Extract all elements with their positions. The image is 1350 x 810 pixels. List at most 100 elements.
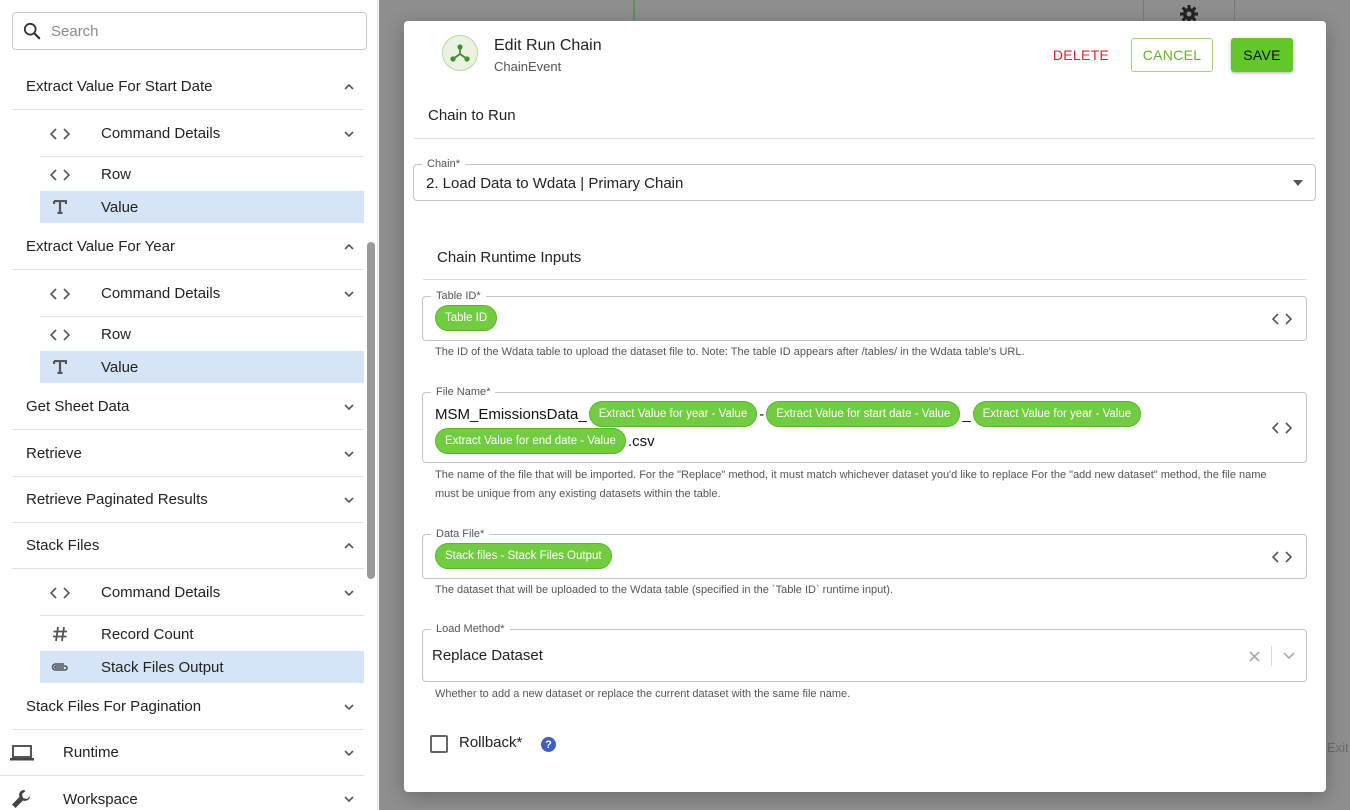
code-icon — [40, 287, 80, 301]
chain-value: 2. Load Data to Wdata | Primary Chain — [426, 175, 684, 192]
sidebar-item-label: Value — [101, 198, 139, 216]
modal-subtitle: ChainEvent — [494, 59, 562, 74]
code-icon[interactable] — [1272, 421, 1292, 435]
sidebar-item-label: Record Count — [101, 625, 194, 643]
section-stack-files-pagination[interactable]: Stack Files For Pagination — [12, 684, 364, 730]
clear-icon[interactable] — [1249, 651, 1260, 662]
file-name-field[interactable]: File Name* MSM_EmissionsData_ Extract Va… — [422, 385, 1307, 463]
panel-workspace[interactable]: Workspace — [0, 776, 364, 810]
code-icon — [40, 168, 80, 182]
chevron-up-icon[interactable] — [342, 80, 356, 94]
sidebar-item-command-details[interactable]: Command Details — [40, 570, 364, 616]
rollback-label: Rollback* — [459, 734, 523, 751]
chevron-down-icon[interactable] — [342, 127, 356, 141]
section-stack-files[interactable]: Stack Files — [12, 523, 364, 569]
paperclip-icon — [40, 661, 80, 673]
file-name-suffix: .csv — [627, 432, 655, 450]
token-chip[interactable]: Extract Value for end date - Value — [435, 428, 626, 454]
file-name-help-line-1: The name of the file that will be import… — [435, 469, 1267, 481]
section-extract-value-start-date[interactable]: Extract Value For Start Date — [12, 64, 364, 110]
chevron-up-icon[interactable] — [342, 539, 356, 553]
sidebar-scrollbar-thumb[interactable] — [367, 242, 375, 579]
text-icon — [40, 200, 80, 214]
data-file-label: Data File* — [431, 527, 490, 541]
panel-label: Workspace — [63, 790, 138, 808]
load-method-select[interactable]: Load Method* Replace Dataset — [422, 622, 1307, 682]
table-id-chip[interactable]: Table ID — [435, 305, 498, 331]
load-method-label: Load Method* — [431, 622, 510, 636]
chevron-down-icon[interactable] — [342, 493, 356, 507]
laptop-icon — [10, 744, 36, 762]
search-input[interactable] — [51, 22, 351, 40]
load-method-help: Whether to add a new dataset or replace … — [435, 688, 851, 700]
file-name-prefix: MSM_EmissionsData_ — [435, 405, 587, 423]
section-label: Extract Value For Year — [26, 238, 175, 255]
section-extract-value-year[interactable]: Extract Value For Year — [12, 224, 364, 270]
sidebar-item-command-details[interactable]: Command Details — [40, 111, 364, 157]
chevron-up-icon[interactable] — [342, 240, 356, 254]
load-method-value: Replace Dataset — [432, 647, 543, 664]
file-name-help-line-2: must be unique from any existing dataset… — [435, 488, 721, 500]
wrench-icon — [10, 788, 36, 810]
chevron-down-icon[interactable] — [342, 792, 356, 806]
cancel-button[interactable]: CANCEL — [1131, 38, 1213, 72]
chain-select[interactable]: Chain* 2. Load Data to Wdata | Primary C… — [413, 157, 1316, 201]
token-chip[interactable]: Extract Value for start date - Value — [766, 401, 961, 427]
sidebar-item-label: Row — [101, 166, 132, 183]
chevron-down-icon[interactable] — [342, 746, 356, 760]
chevron-down-icon[interactable] — [342, 586, 356, 600]
table-id-field[interactable]: Table ID* Table ID — [422, 289, 1307, 341]
sidebar-item-value[interactable]: Value — [40, 351, 364, 383]
code-icon — [40, 328, 80, 342]
sidebar-item-label: Command Details — [101, 125, 221, 142]
section-label: Stack Files For Pagination — [26, 698, 202, 715]
exit-label[interactable]: Exit — [1327, 740, 1349, 755]
code-icon — [40, 127, 80, 141]
section-label: Extract Value For Start Date — [26, 78, 213, 95]
code-icon — [40, 586, 80, 600]
chevron-down-icon[interactable] — [342, 400, 356, 414]
sidebar-item-record-count[interactable]: Record Count — [40, 617, 364, 651]
dropdown-arrow-icon[interactable] — [1293, 180, 1303, 186]
sidebar-item-label: Command Details — [101, 584, 221, 601]
sidebar-item-label: Row — [101, 326, 132, 343]
chevron-down-icon[interactable] — [342, 287, 356, 301]
search-box[interactable] — [12, 12, 367, 50]
table-id-help: The ID of the Wdata table to upload the … — [435, 346, 1025, 358]
sidebar-item-command-details[interactable]: Command Details — [40, 271, 364, 317]
section-get-sheet-data[interactable]: Get Sheet Data — [12, 384, 364, 430]
code-icon[interactable] — [1272, 312, 1292, 326]
separator-text: - — [759, 405, 765, 423]
section-retrieve[interactable]: Retrieve — [12, 431, 364, 477]
data-file-field[interactable]: Data File* Stack files - Stack Files Out… — [422, 527, 1307, 579]
sidebar-item-row[interactable]: Row — [40, 158, 364, 191]
section-label: Stack Files — [26, 537, 100, 554]
chevron-down-icon[interactable] — [342, 700, 356, 714]
runtime-inputs-heading: Chain Runtime Inputs — [437, 249, 582, 266]
section-label: Retrieve Paginated Results — [26, 491, 208, 508]
section-retrieve-paginated-results[interactable]: Retrieve Paginated Results — [12, 477, 364, 523]
sidebar-item-row[interactable]: Row — [40, 318, 364, 351]
sidebar-item-label: Value — [101, 358, 139, 376]
section-label: Retrieve — [26, 445, 82, 462]
table-id-label: Table ID* — [431, 289, 486, 303]
delete-button[interactable]: DELETE — [1046, 38, 1116, 72]
help-icon[interactable]: ? — [541, 737, 556, 752]
panel-runtime[interactable]: Runtime — [0, 730, 364, 776]
panel-label: Runtime — [63, 744, 119, 761]
code-icon[interactable] — [1272, 550, 1292, 564]
chevron-down-icon[interactable] — [342, 447, 356, 461]
file-name-label: File Name* — [431, 385, 496, 399]
token-chip[interactable]: Extract Value for year - Value — [588, 401, 758, 427]
sidebar-item-stack-files-output[interactable]: Stack Files Output — [40, 651, 364, 683]
chain-to-run-heading: Chain to Run — [428, 107, 516, 124]
sidebar-item-value[interactable]: Value — [40, 191, 364, 223]
save-button[interactable]: SAVE — [1231, 38, 1293, 72]
data-file-chip[interactable]: Stack files - Stack Files Output — [435, 543, 612, 569]
data-file-help: The dataset that will be uploaded to the… — [435, 584, 893, 596]
edit-run-chain-modal: Edit Run Chain ChainEvent DELETE CANCEL … — [404, 21, 1326, 792]
text-icon — [40, 360, 80, 374]
rollback-checkbox[interactable] — [430, 735, 448, 753]
chevron-down-icon[interactable] — [1282, 651, 1296, 661]
token-chip[interactable]: Extract Value for year - Value — [972, 401, 1142, 427]
